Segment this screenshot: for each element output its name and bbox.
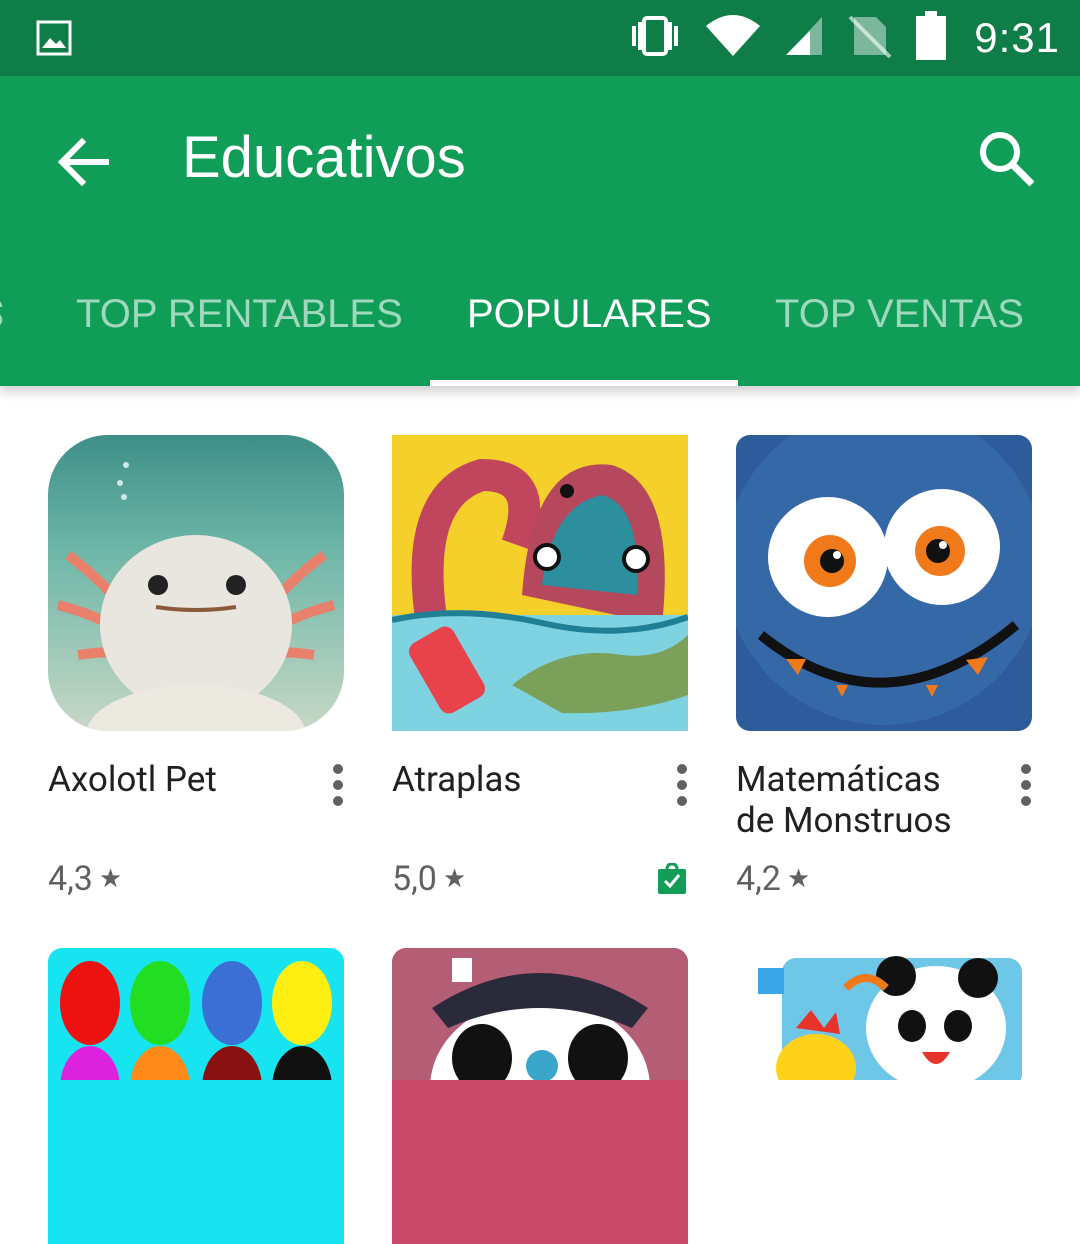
app-card[interactable] [48, 948, 344, 1244]
app-card[interactable]: Atraplas 5,0 ★ [392, 435, 688, 899]
app-icon-monster[interactable] [736, 435, 1032, 731]
app-card[interactable] [736, 948, 1032, 1244]
more-options-button[interactable] [326, 763, 350, 807]
rating: 5,0 ★ [392, 859, 466, 899]
status-bar: 9:31 [0, 0, 1080, 76]
app-name[interactable]: Matemáticas de Monstruos [736, 759, 986, 841]
more-options-button[interactable] [1014, 763, 1038, 807]
app-icon-panda-police[interactable] [392, 948, 688, 1244]
installed-check-icon [658, 862, 686, 894]
app-icon-axolotl[interactable] [48, 435, 344, 731]
star-icon: ★ [442, 864, 467, 894]
no-sim-icon [846, 13, 892, 63]
more-options-button[interactable] [670, 763, 694, 807]
app-card[interactable]: Axolotl Pet 4,3 ★ [48, 435, 344, 899]
tab-populares[interactable]: POPULARES [467, 276, 712, 386]
app-grid: Axolotl Pet 4,3 ★ Atraplas 5,0 ★ Matemát… [0, 386, 1080, 1244]
rating-value: 4,3 [48, 859, 93, 899]
rating: 4,2 ★ [736, 859, 810, 899]
app-name[interactable]: Axolotl Pet [48, 759, 298, 800]
tab-bar: S TOP RENTABLES POPULARES TOP VENTAS [0, 276, 1080, 386]
star-icon: ★ [786, 864, 811, 894]
image-icon [36, 20, 72, 60]
tab-top-rentables[interactable]: TOP RENTABLES [76, 276, 403, 386]
more-vert-icon [677, 764, 687, 806]
app-icon-atraplas[interactable] [392, 435, 688, 731]
app-icon-eggs[interactable] [48, 948, 344, 1244]
rating-value: 5,0 [392, 859, 437, 899]
signal-icon [784, 15, 824, 61]
star-icon: ★ [98, 864, 123, 894]
vibrate-icon [628, 14, 682, 62]
rating-value: 4,2 [736, 859, 781, 899]
arrow-back-icon [57, 137, 109, 187]
app-card[interactable] [392, 948, 688, 1244]
more-vert-icon [333, 764, 343, 806]
wifi-icon [704, 14, 762, 62]
search-icon [980, 132, 1035, 187]
more-vert-icon [1021, 764, 1031, 806]
app-card[interactable]: Matemáticas de Monstruos 4,2 ★ [736, 435, 1032, 899]
back-button[interactable] [56, 134, 112, 190]
installed-badge [656, 862, 688, 895]
tab-partial[interactable]: S [0, 276, 4, 352]
search-button[interactable] [976, 128, 1036, 188]
page-title: Educativos [182, 125, 466, 190]
rating: 4,3 ★ [48, 859, 122, 899]
app-icon-panda-chicken[interactable] [736, 948, 1032, 1244]
battery-icon [914, 11, 948, 65]
status-time: 9:31 [974, 14, 1060, 61]
app-name[interactable]: Atraplas [392, 759, 642, 800]
tab-top-ventas[interactable]: TOP VENTAS [775, 276, 1024, 386]
app-bar: Educativos S TOP RENTABLES POPULARES TOP… [0, 76, 1080, 386]
